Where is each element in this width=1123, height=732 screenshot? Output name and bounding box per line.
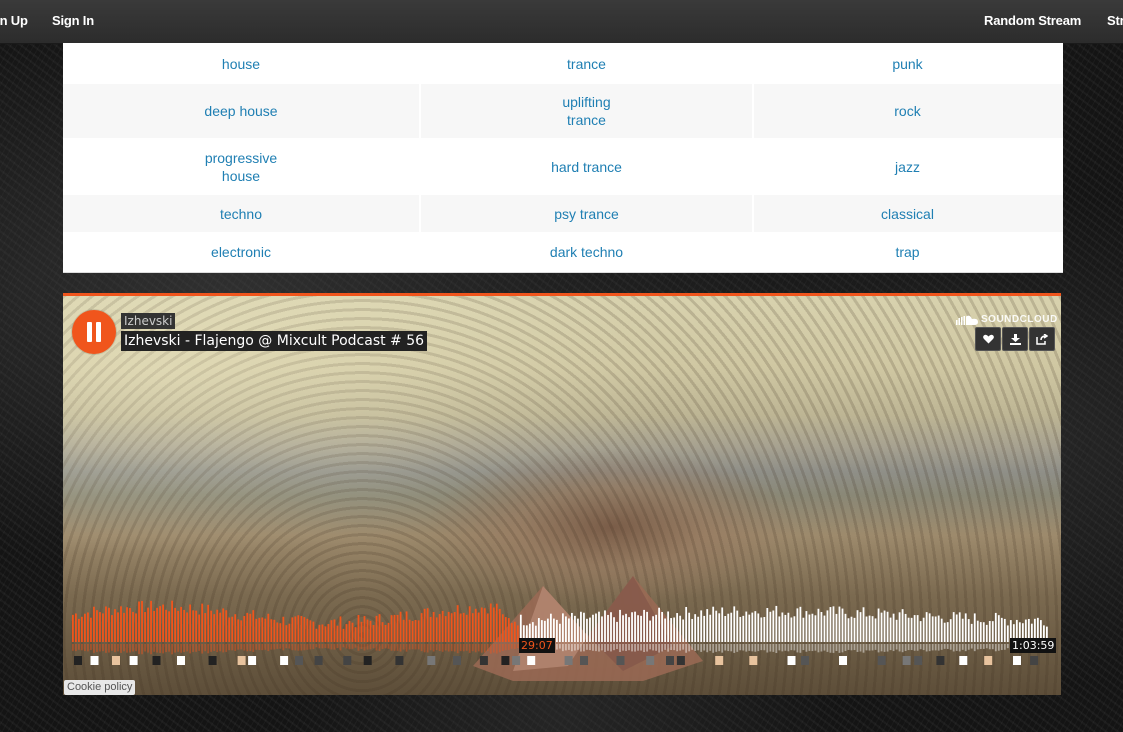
player-actions <box>975 327 1055 351</box>
genre-row: techno psy trance classical <box>63 195 1063 232</box>
current-time: 29:07 <box>519 638 555 653</box>
comment-avatars-strip[interactable] <box>72 655 1054 667</box>
download-icon <box>1009 333 1021 345</box>
soundcloud-cloud-icon <box>956 315 978 325</box>
share-button[interactable] <box>1029 327 1055 351</box>
pause-icon-bar <box>96 322 101 342</box>
track-duration: 1:03:59 <box>1010 638 1057 653</box>
genre-table: house trance punk deep house uplifting t… <box>63 43 1063 273</box>
genre-link-rock[interactable]: rock <box>754 84 1061 138</box>
genre-link-trap[interactable]: trap <box>754 232 1061 272</box>
share-icon <box>1036 333 1048 345</box>
soundcloud-brand-text: SOUNDCLOUD <box>981 314 1058 325</box>
pause-button[interactable] <box>72 310 116 354</box>
genre-link-hard-trance[interactable]: hard trance <box>421 138 752 195</box>
waveform-scrubber[interactable] <box>72 596 1049 656</box>
genre-link-house[interactable]: house <box>63 43 419 84</box>
soundcloud-logo[interactable]: SOUNDCLOUD <box>956 314 1058 325</box>
genre-link-classical[interactable]: classical <box>754 195 1061 232</box>
track-title-link[interactable]: Izhevski - Flajengo @ Mixcult Podcast # … <box>121 331 428 351</box>
soundcloud-player: Izhevski Izhevski - Flajengo @ Mixcult P… <box>63 293 1061 695</box>
track-artist-link[interactable]: Izhevski <box>121 313 176 329</box>
genre-link-techno[interactable]: techno <box>63 195 421 232</box>
nav-sign-in-link[interactable]: Sign In <box>52 13 94 28</box>
genre-link-trance[interactable]: trance <box>421 43 752 84</box>
like-button[interactable] <box>975 327 1001 351</box>
genre-row: electronic dark techno trap <box>63 232 1063 272</box>
download-button[interactable] <box>1002 327 1028 351</box>
genre-link-punk[interactable]: punk <box>754 43 1061 84</box>
heart-icon <box>982 334 994 344</box>
genre-row: progressive house hard trance jazz <box>63 138 1063 195</box>
genre-link-jazz[interactable]: jazz <box>754 138 1061 195</box>
genre-link-electronic[interactable]: electronic <box>63 232 419 272</box>
nav-stream-link[interactable]: Str <box>1107 13 1123 28</box>
nav-random-stream-link[interactable]: Random Stream <box>984 13 1081 28</box>
nav-sign-up-link[interactable]: Sign Up <box>0 13 28 28</box>
genre-link-progressive-house[interactable]: progressive house <box>63 138 419 195</box>
genre-row: deep house uplifting trance rock <box>63 84 1063 138</box>
top-navigation-bar: Sign Up Sign In Random Stream Str <box>0 0 1123 44</box>
genre-link-deep-house[interactable]: deep house <box>63 84 421 138</box>
genre-link-psy-trance[interactable]: psy trance <box>421 195 754 232</box>
cookie-policy-link[interactable]: Cookie policy <box>64 680 136 695</box>
pause-icon <box>87 322 92 342</box>
genre-link-dark-techno[interactable]: dark techno <box>421 232 752 272</box>
genre-row: house trance punk <box>63 43 1063 84</box>
genre-link-uplifting-trance[interactable]: uplifting trance <box>421 84 754 138</box>
